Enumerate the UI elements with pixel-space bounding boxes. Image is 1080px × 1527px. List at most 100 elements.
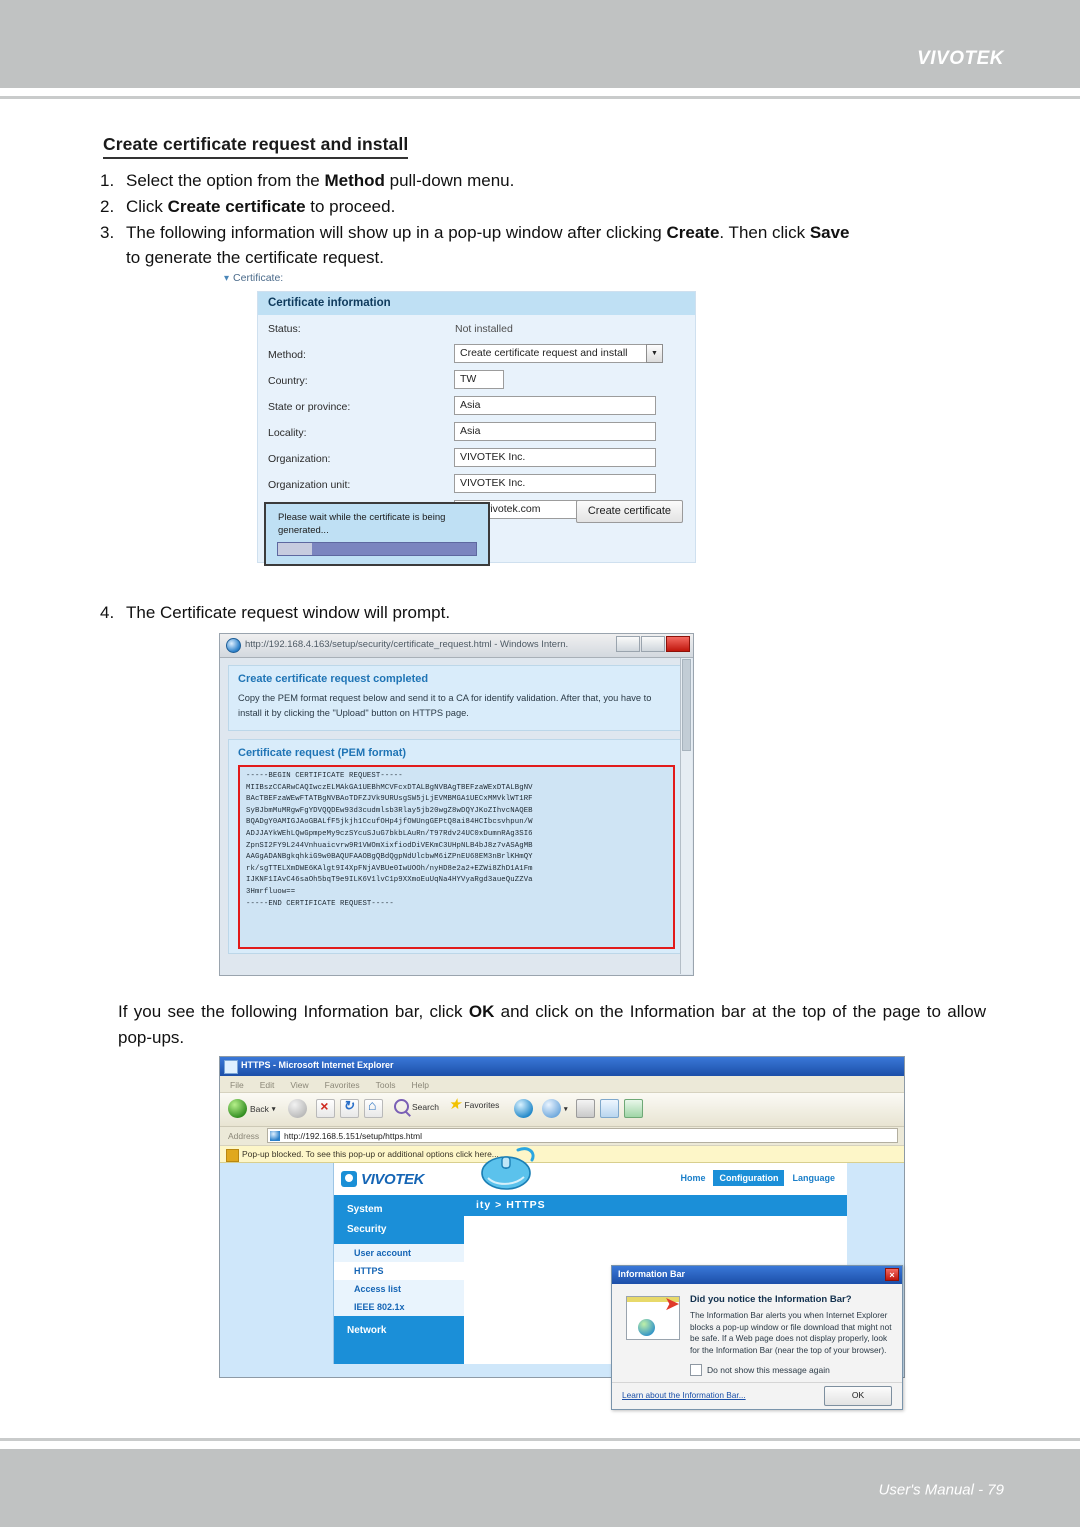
window-controls[interactable] (616, 636, 690, 652)
field-row-locality: Locality: Asia (258, 422, 695, 445)
sidebar-item-access-list[interactable]: Access list (334, 1280, 464, 1298)
group-instruction-text: Copy the PEM format request below and se… (238, 693, 652, 718)
panel-title: Certificate information (258, 292, 695, 315)
step-4-paragraph: 4. The Certificate request window will p… (100, 600, 1006, 626)
minimize-icon[interactable] (616, 636, 640, 652)
shield-icon (226, 1148, 239, 1162)
list-item-step-3: 3. The following information will show u… (100, 220, 1000, 270)
step-3-bold-save: Save (809, 223, 850, 242)
refresh-button[interactable] (340, 1098, 359, 1118)
organization-input[interactable]: VIVOTEK Inc. (454, 448, 656, 467)
nav-item-language[interactable]: Language (786, 1170, 841, 1186)
infobar-text-part-a: If you see the following Information bar… (118, 1002, 469, 1021)
certificate-tree-row: ▾ Certificate: (224, 272, 283, 284)
home-button[interactable] (364, 1097, 383, 1118)
menu-item-edit[interactable]: Edit (260, 1080, 275, 1090)
home-icon (364, 1097, 383, 1118)
chevron-down-icon[interactable]: ▼ (646, 344, 663, 363)
address-label: Address (228, 1131, 260, 1141)
vivotek-logo[interactable]: VIVOTEK (334, 1163, 464, 1195)
locality-input[interactable]: Asia (454, 422, 656, 441)
stop-button[interactable] (316, 1098, 335, 1118)
chevron-down-icon: ▾ (224, 273, 230, 284)
information-bar-dialog: Information Bar × ➤ Did you notice the I… (611, 1265, 903, 1410)
pem-text: -----BEGIN CERTIFICATE REQUEST----- MIIB… (246, 772, 533, 908)
menu-item-favorites[interactable]: Favorites (325, 1080, 360, 1090)
dialog-body: ➤ Did you notice the Information Bar? Th… (612, 1284, 902, 1382)
group-legend-pem: Certificate request (PEM format) (238, 747, 407, 759)
discuss-button[interactable] (624, 1099, 643, 1118)
discuss-icon (624, 1099, 643, 1118)
learn-more-link[interactable]: Learn about the Information Bar... (622, 1390, 746, 1400)
browser-viewport: VIVOTEK Home Configuration Language ity … (220, 1147, 904, 1410)
back-button[interactable]: Back ▾ (228, 1099, 275, 1118)
method-select[interactable]: Create certificate request and install (454, 344, 659, 363)
do-not-show-checkbox-row[interactable]: Do not show this message again (690, 1364, 830, 1376)
checkbox-icon[interactable] (690, 1364, 702, 1376)
site-sidebar: System Security User account HTTPS Acces… (334, 1195, 464, 1364)
mouse-cursor-illustration (481, 1147, 535, 1190)
sidebar-item-user-account[interactable]: User account (334, 1244, 464, 1262)
instruction-step-list: 1. Select the option from the Method pul… (100, 168, 1000, 271)
sidebar-item-network[interactable]: Network (334, 1316, 464, 1345)
field-label-status: Status: (268, 323, 301, 335)
red-arrow-icon: ➤ (664, 1294, 680, 1315)
menu-item-help[interactable]: Help (411, 1080, 428, 1090)
sidebar-item-security[interactable]: Security (334, 1224, 464, 1244)
close-icon[interactable]: × (885, 1268, 899, 1281)
maximize-icon[interactable] (641, 636, 665, 652)
page-title: Create certificate request and install (103, 134, 409, 159)
nav-item-configuration[interactable]: Configuration (713, 1170, 785, 1186)
state-or-province-input[interactable]: Asia (454, 396, 656, 415)
camera-icon (341, 1171, 357, 1187)
close-icon[interactable] (666, 636, 690, 652)
menu-item-view[interactable]: View (290, 1080, 308, 1090)
browser-menu-bar[interactable]: File Edit View Favorites Tools Help (220, 1076, 904, 1093)
address-input[interactable]: http://192.168.5.151/setup/https.html (267, 1128, 898, 1143)
step-3-text-part-e: to generate the certificate request. (126, 248, 384, 267)
back-arrow-icon (228, 1099, 247, 1118)
nav-item-home[interactable]: Home (674, 1170, 711, 1186)
printer-icon (576, 1099, 595, 1118)
sidebar-item-ieee-8021x[interactable]: IEEE 802.1x (334, 1298, 464, 1316)
popup-blocked-information-bar[interactable]: Pop-up blocked. To see this pop-up or ad… (220, 1146, 904, 1163)
field-row-state: State or province: Asia (258, 396, 695, 419)
page-header-banner: VIVOTEK (0, 0, 1080, 88)
field-label-locality: Locality: (268, 427, 307, 439)
organization-unit-input[interactable]: VIVOTEK Inc. (454, 474, 656, 493)
step-3-bold-create: Create (666, 223, 720, 242)
field-label-organization-unit: Organization unit: (268, 479, 351, 491)
scrollbar-thumb[interactable] (682, 659, 691, 751)
dialog-title-bar: Information Bar × (612, 1266, 902, 1284)
menu-item-file[interactable]: File (230, 1080, 244, 1090)
field-label-country: Country: (268, 375, 308, 387)
browser-address-bar: Address http://192.168.5.151/setup/https… (220, 1127, 904, 1146)
field-row-organization-unit: Organization unit: VIVOTEK Inc. (258, 474, 695, 497)
figure-ie-browser-window: HTTPS - Microsoft Internet Explorer File… (219, 1056, 905, 1410)
ok-button[interactable]: OK (824, 1386, 892, 1406)
country-input[interactable]: TW (454, 370, 504, 389)
step-1-text-part-c: pull-down menu. (384, 171, 515, 190)
address-url-text: http://192.168.5.151/setup/https.html (284, 1131, 422, 1141)
sidebar-item-https[interactable]: HTTPS (334, 1262, 464, 1280)
sidebar-item-system[interactable]: System (334, 1195, 464, 1224)
media-button[interactable] (514, 1099, 533, 1118)
pem-textarea[interactable]: -----BEGIN CERTIFICATE REQUEST----- MIIB… (238, 765, 675, 949)
search-button[interactable]: Search (394, 1099, 439, 1114)
favorites-button[interactable]: ★ Favorites (448, 1097, 499, 1112)
messenger-button[interactable]: ▾ (542, 1099, 568, 1118)
field-row-method: Method: Create certificate request and i… (258, 344, 695, 367)
dialog-heading: Did you notice the Information Bar? (690, 1294, 852, 1305)
forward-button[interactable] (288, 1099, 307, 1118)
field-label-state-or-province: State or province: (268, 401, 351, 413)
group-legend-completed: Create certificate request completed (238, 673, 429, 685)
edit-button[interactable] (600, 1099, 619, 1118)
vertical-scrollbar[interactable] (680, 658, 692, 974)
menu-item-tools[interactable]: Tools (376, 1080, 396, 1090)
list-item-step-2: 2. Click Create certificate to proceed. (100, 194, 1000, 219)
vivotek-web-page: VIVOTEK Home Configuration Language ity … (333, 1147, 903, 1410)
step-2-text-part-c: to proceed. (305, 197, 396, 216)
infobar-bold-ok: OK (468, 1002, 495, 1021)
print-button[interactable] (576, 1099, 595, 1118)
create-certificate-button[interactable]: Create certificate (575, 500, 683, 523)
